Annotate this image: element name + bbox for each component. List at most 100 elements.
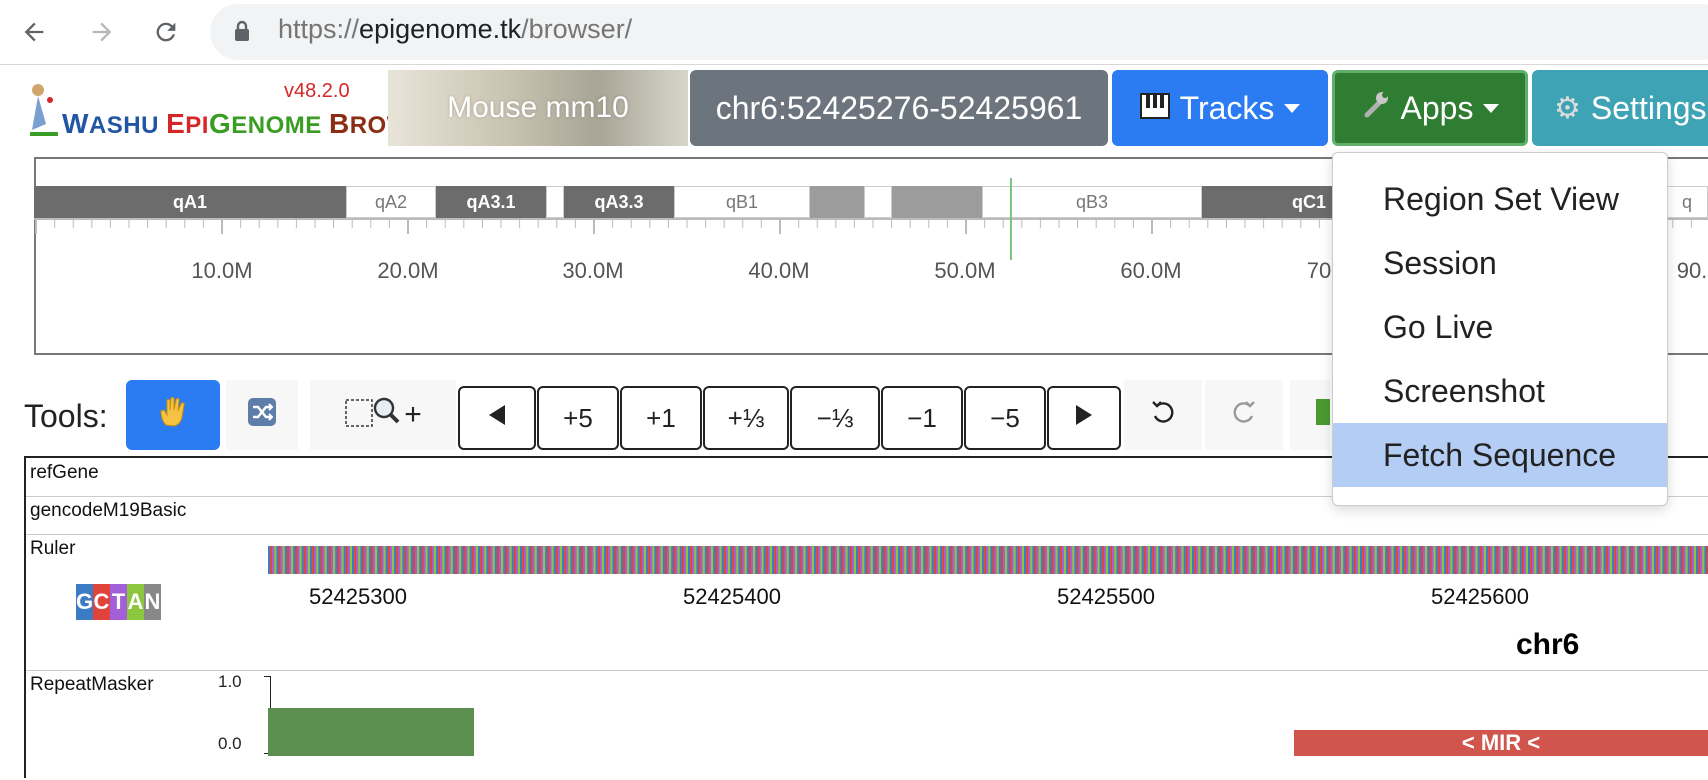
sequence-base <box>591 546 593 574</box>
redo-button[interactable] <box>1205 380 1283 450</box>
zoom-out-1-button[interactable]: −1 <box>881 386 963 450</box>
sequence-base <box>764 546 766 574</box>
sequence-base <box>1228 546 1230 574</box>
sequence-base <box>892 546 894 574</box>
sequence-base <box>583 546 585 574</box>
sequence-base <box>1570 546 1572 574</box>
zoom-in-1-button[interactable]: +1 <box>620 386 702 450</box>
undo-button[interactable] <box>1124 380 1202 450</box>
menu-item-region-set-view[interactable]: Region Set View <box>1333 167 1667 231</box>
sequence-base <box>1534 546 1536 574</box>
menu-item-screenshot[interactable]: Screenshot <box>1333 359 1667 423</box>
sequence-base <box>1507 546 1509 574</box>
back-icon[interactable] <box>14 12 54 52</box>
sequence-base <box>323 546 325 574</box>
sequence-base <box>1364 546 1366 574</box>
region-locus-button[interactable]: chr6:52425276-52425961 <box>690 70 1108 146</box>
sequence-base <box>684 546 686 574</box>
drag-tool-button[interactable] <box>126 380 220 450</box>
sequence-base <box>976 546 978 574</box>
reorder-tool-button[interactable] <box>226 380 298 450</box>
logo-b: B <box>329 108 350 139</box>
url-text[interactable]: https://epigenome.tk/browser/ <box>278 14 632 45</box>
sequence-base <box>673 546 675 574</box>
sequence-base <box>1404 546 1406 574</box>
sequence-base <box>1098 546 1100 574</box>
sequence-base <box>1331 546 1333 574</box>
sequence-base <box>1413 546 1415 574</box>
pan-right-button[interactable] <box>1047 386 1121 450</box>
sequence-base <box>1032 546 1034 574</box>
sequence-base <box>986 546 988 574</box>
tracks-menu-button[interactable]: Tracks <box>1112 70 1328 146</box>
sequence-base <box>1301 546 1303 574</box>
sequence-base <box>575 546 577 574</box>
menu-item-session[interactable]: Session <box>1333 231 1667 295</box>
settings-menu-button[interactable]: ⚙ Settings <box>1532 70 1708 146</box>
sequence-base <box>1450 546 1452 574</box>
sequence-base <box>585 546 587 574</box>
sequence-base <box>774 546 776 574</box>
sequence-base <box>535 546 537 574</box>
sequence-base <box>1696 546 1698 574</box>
sequence-base <box>329 546 331 574</box>
reload-icon[interactable] <box>146 12 186 52</box>
menu-item-go-live[interactable]: Go Live <box>1333 295 1667 359</box>
sequence-base <box>537 546 539 574</box>
sequence-base <box>566 546 568 574</box>
sequence-base <box>514 546 516 574</box>
sequence-base <box>814 546 816 574</box>
menu-item-fetch-sequence[interactable]: Fetch Sequence <box>1333 423 1667 487</box>
zoom-out-5-button[interactable]: −5 <box>964 386 1046 450</box>
sequence-base <box>1077 546 1079 574</box>
sequence-base <box>522 546 524 574</box>
sequence-base <box>640 546 642 574</box>
sequence-base <box>598 546 600 574</box>
sequence-base <box>381 546 383 574</box>
sequence-base <box>1410 546 1412 574</box>
shuffle-icon <box>247 397 277 434</box>
sequence-base <box>1400 546 1402 574</box>
sequence-base <box>451 546 453 574</box>
sequence-base <box>1452 546 1454 574</box>
forward-icon[interactable] <box>82 12 122 52</box>
sequence-base <box>392 546 394 574</box>
sequence-base <box>1173 546 1175 574</box>
zoom-region-tool-button[interactable]: + <box>310 380 456 450</box>
sequence-base <box>474 546 476 574</box>
sequence-base <box>1572 546 1574 574</box>
pan-left-button[interactable] <box>458 386 536 450</box>
sequence-base <box>468 546 470 574</box>
sequence-base <box>1539 546 1541 574</box>
zoom-in-third-button[interactable]: +⅓ <box>703 386 789 450</box>
sequence-base <box>289 546 291 574</box>
sequence-base <box>480 546 482 574</box>
ideogram-band-blank <box>810 186 864 218</box>
sequence-base <box>638 546 640 574</box>
zoom-in-5-button[interactable]: +5 <box>537 386 619 450</box>
sequence-base <box>1381 546 1383 574</box>
sequence-base <box>957 546 959 574</box>
sequence-base <box>1205 546 1207 574</box>
repeat-coverage-bar[interactable] <box>268 708 474 756</box>
sequence-base <box>696 546 698 574</box>
genome-selector[interactable]: Mouse mm10 <box>388 70 688 146</box>
sequence-base <box>1459 546 1461 574</box>
sequence-base <box>1226 546 1228 574</box>
highlight-tool-button[interactable] <box>1290 380 1330 450</box>
sequence-base <box>713 546 715 574</box>
piano-icon <box>1140 90 1170 127</box>
sequence-base <box>1591 546 1593 574</box>
sequence-base <box>470 546 472 574</box>
sequence-base <box>283 546 285 574</box>
sequence-base <box>1018 546 1020 574</box>
sequence-base <box>1049 546 1051 574</box>
track-label: refGene <box>30 462 99 484</box>
zoom-out-third-button[interactable]: −⅓ <box>790 386 880 450</box>
sequence-base <box>1484 546 1486 574</box>
repeat-feature-mir[interactable]: < MIR < <box>1294 730 1708 756</box>
sequence-base <box>1692 546 1694 574</box>
sequence-base <box>1131 546 1133 574</box>
sequence-base <box>543 546 545 574</box>
apps-menu-button[interactable]: Apps <box>1332 70 1528 146</box>
